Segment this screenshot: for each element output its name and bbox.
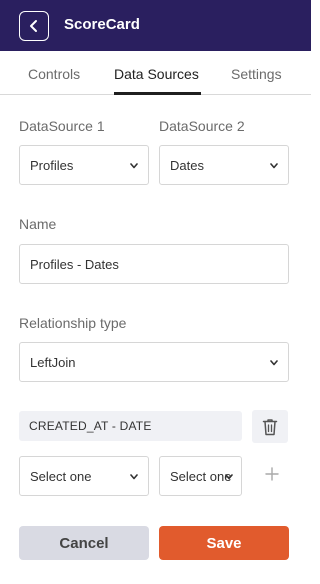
cancel-button[interactable]: Cancel <box>19 526 149 560</box>
datasource2-label: DataSource 2 <box>159 118 245 134</box>
datasource1-select[interactable]: Profiles <box>19 145 149 185</box>
datasource2-select[interactable]: Dates <box>159 145 289 185</box>
chevron-down-icon <box>130 473 138 481</box>
tab-bar: Controls Data Sources Settings <box>0 51 311 95</box>
relationship-left-placeholder: Select one <box>30 468 92 484</box>
relationship-type-select[interactable]: LeftJoin <box>19 342 289 382</box>
relationship-item-text: CREATED_AT - DATE <box>29 419 152 433</box>
relationship-type-value: LeftJoin <box>30 354 76 370</box>
chevron-left-icon <box>30 20 37 32</box>
plus-icon <box>265 467 279 481</box>
app-header: ScoreCard <box>0 0 311 51</box>
relationship-type-label: Relationship type <box>19 315 127 331</box>
tab-controls[interactable]: Controls <box>28 66 80 82</box>
chevron-down-icon <box>270 359 278 367</box>
name-label: Name <box>19 216 57 232</box>
name-input[interactable] <box>30 256 288 272</box>
delete-relationship-button[interactable] <box>252 410 288 443</box>
relationship-right-select[interactable]: Select one <box>159 456 242 496</box>
save-button[interactable]: Save <box>159 526 289 560</box>
page-title: ScoreCard <box>64 16 140 33</box>
active-tab-indicator <box>114 92 201 95</box>
chevron-down-icon <box>130 162 138 170</box>
tab-data-sources[interactable]: Data Sources <box>114 66 199 82</box>
relationship-right-placeholder: Select one <box>170 468 232 484</box>
tab-settings[interactable]: Settings <box>231 66 282 82</box>
chevron-down-icon <box>270 162 278 170</box>
relationship-item: CREATED_AT - DATE <box>19 411 242 441</box>
datasource1-label: DataSource 1 <box>19 118 105 134</box>
trash-icon <box>262 418 278 435</box>
chevron-down-icon <box>225 473 233 481</box>
back-button[interactable] <box>19 11 49 41</box>
add-relationship-button[interactable] <box>262 464 282 484</box>
datasource2-value: Dates <box>170 157 204 173</box>
relationship-left-select[interactable]: Select one <box>19 456 149 496</box>
datasource1-value: Profiles <box>30 157 74 173</box>
name-field[interactable] <box>19 244 289 284</box>
